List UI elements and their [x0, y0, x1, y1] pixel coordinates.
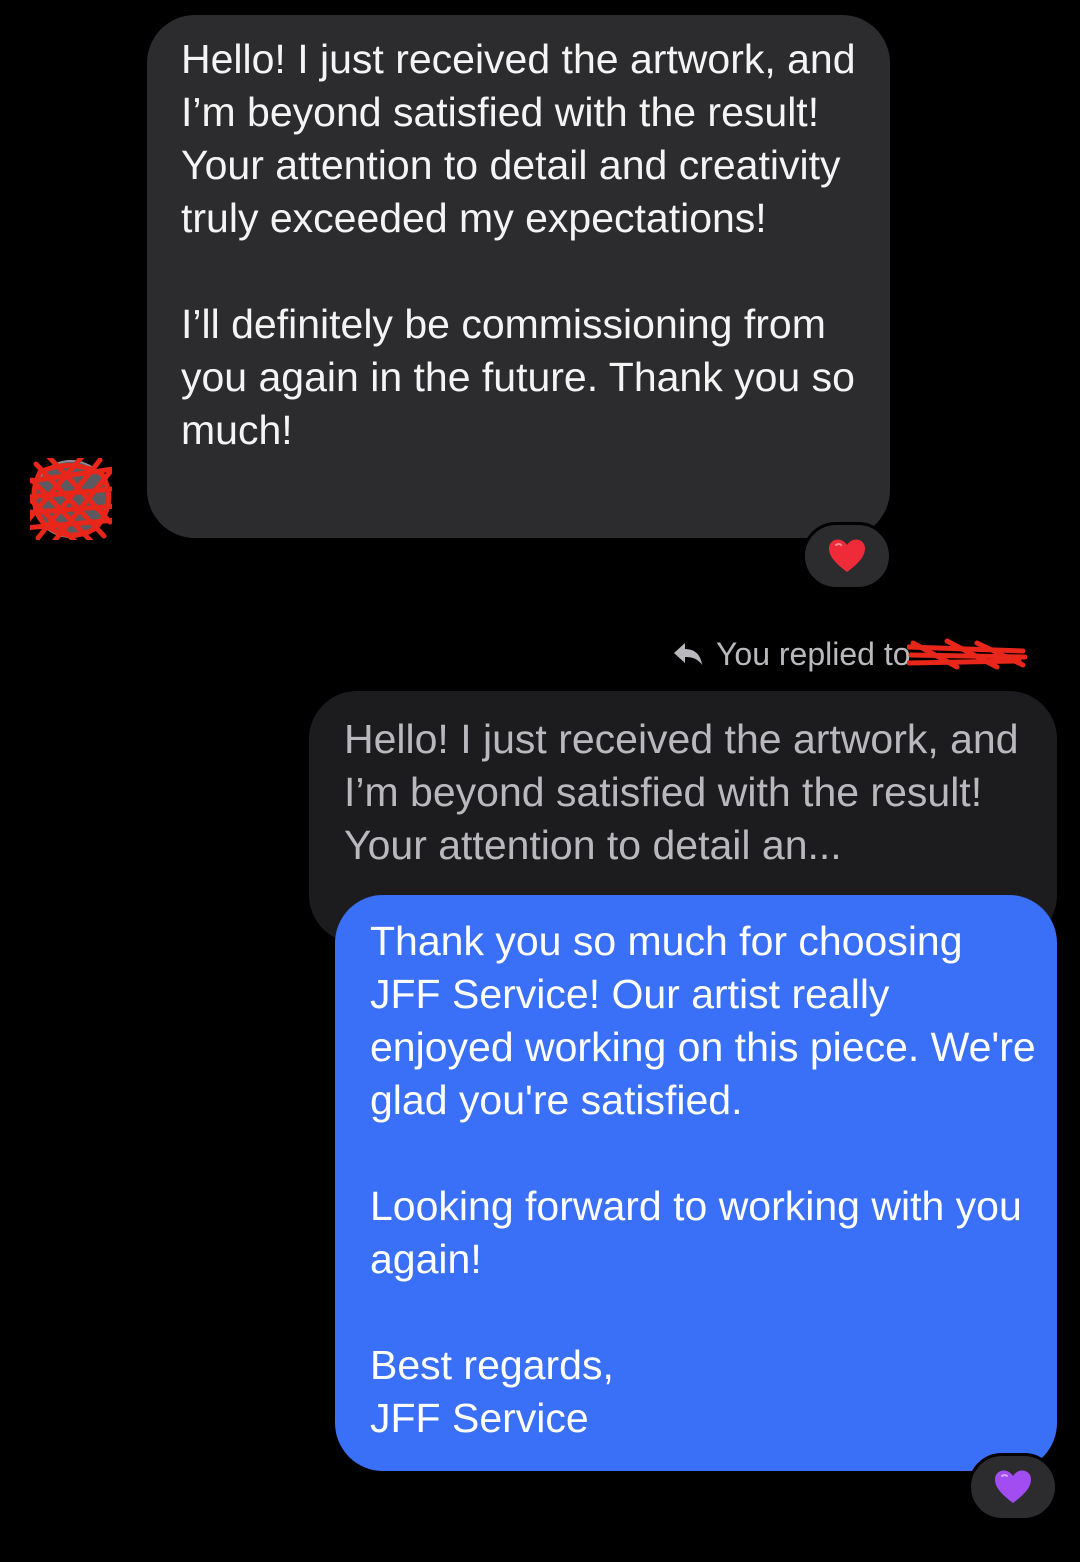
outgoing-message-bubble[interactable]: Thank you so much for choosing JFF Servi…	[335, 895, 1057, 1471]
outgoing-message-text: Thank you so much for choosing JFF Servi…	[370, 918, 1036, 1441]
reply-context-label: You replied to	[716, 635, 911, 672]
outgoing-message-reaction[interactable]	[968, 1453, 1058, 1521]
incoming-message-text: Hello! I just received the artwork, and …	[181, 36, 856, 453]
incoming-message-reaction[interactable]	[802, 522, 892, 590]
redacted-recipient-name	[906, 638, 1027, 670]
sender-avatar[interactable]	[13, 449, 125, 547]
redacted-avatar-icon	[13, 449, 125, 547]
incoming-message-bubble[interactable]: Hello! I just received the artwork, and …	[147, 15, 890, 538]
reply-context-header: You replied to	[672, 632, 1027, 676]
red-heart-icon	[829, 539, 865, 572]
reply-arrow-icon	[674, 643, 702, 665]
redaction-scribble-icon	[906, 638, 1027, 670]
purple-heart-icon	[995, 1470, 1031, 1503]
quoted-message-text: Hello! I just received the artwork, and …	[344, 716, 1019, 868]
